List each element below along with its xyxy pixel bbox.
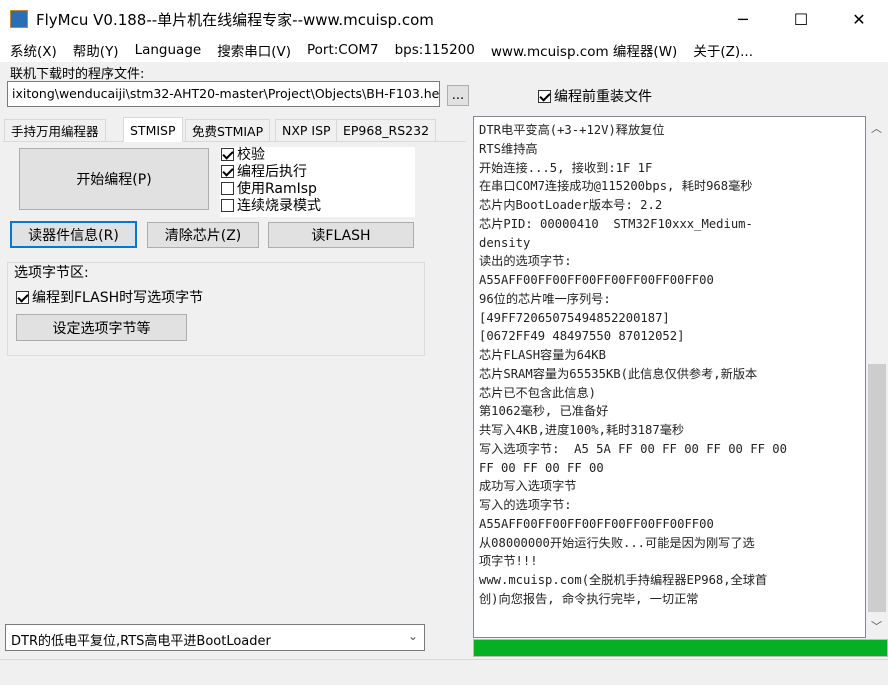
title-bar: FlyMcu V0.188--单片机在线编程专家--www.mcuisp.com… (0, 0, 888, 38)
log-line: DTR电平变高(+3-+12V)释放复位 (479, 123, 665, 137)
checkbox-icon (221, 148, 234, 161)
chevron-down-icon: ⌄ (407, 629, 418, 643)
log-line: A55AFF00FF00FF00FF00FF00FF00FF00 (479, 516, 714, 531)
erase-chip-button[interactable]: 清除芯片(Z) (147, 222, 259, 248)
option-bytes-group-label: 选项字节区: (14, 265, 89, 281)
log-line: [0672FF49 48497550 87012052] (479, 329, 685, 344)
file-label: 联机下载时的程序文件: (10, 67, 145, 82)
checkbox-icon (538, 90, 551, 103)
tab-stmiap[interactable]: 免费STMIAP (185, 119, 271, 141)
app-icon (10, 10, 28, 28)
menu-about[interactable]: 关于(Z)... (693, 40, 753, 60)
checkbox-label: 校验 (237, 147, 265, 163)
log-line: 共写入4KB,进度100%,耗时3187毫秒 (479, 423, 685, 437)
progress-bar (473, 639, 888, 657)
checkbox-label: 编程到FLASH时写选项字节 (32, 290, 204, 306)
menu-port[interactable]: Port:COM7 (307, 42, 379, 58)
checkbox-icon (221, 199, 234, 212)
log-line: 成功写入选项字节 (479, 479, 577, 494)
log-line: RTS维持高 (479, 141, 538, 156)
log-line: [49FF72065075494852200187] (479, 310, 670, 325)
menu-language[interactable]: Language (135, 42, 202, 58)
file-path-input[interactable]: ixitong\wenducaiji\stm32-AHT20-master\Pr… (7, 81, 440, 107)
menu-bps[interactable]: bps:115200 (395, 42, 475, 58)
maximize-button[interactable]: ☐ (772, 0, 830, 38)
use-ramisp-checkbox[interactable]: 使用RamIsp (221, 181, 415, 198)
log-line: 在串口COM7连接成功@115200bps, 耗时968毫秒 (479, 179, 753, 194)
window-title: FlyMcu V0.188--单片机在线编程专家--www.mcuisp.com (36, 11, 434, 29)
checkbox-icon (16, 291, 29, 304)
log-line: 芯片FLASH容量为64KB (479, 348, 606, 362)
options-checklist: 校验 编程后执行 使用RamIsp 连续烧录模式 (220, 147, 415, 217)
menu-bar: 系统(X) 帮助(Y) Language 搜索串口(V) Port:COM7 b… (0, 38, 888, 62)
status-bar (0, 659, 888, 685)
checkbox-label: 连续烧录模式 (237, 198, 321, 214)
tab-stmisp[interactable]: STMISP (123, 117, 183, 142)
log-line: 项字节!!! (479, 554, 538, 569)
boot-mode-value: DTR的低电平复位,RTS高电平进BootLoader (11, 634, 271, 649)
log-line: 芯片已不包含此信息) (479, 385, 597, 400)
log-line: 96位的芯片唯一序列号: (479, 291, 611, 306)
browse-button[interactable]: ... (447, 85, 469, 106)
log-line: 开始连接...5, 接收到:1F 1F (479, 160, 653, 175)
progress-fill (474, 640, 887, 656)
log-line: 从08000000开始运行失败...可能是因为刚写了选 (479, 535, 755, 550)
log-line: FF 00 FF 00 FF 00 (479, 460, 604, 475)
log-line: 读出的选项字节: (479, 254, 572, 269)
log-line: A55AFF00FF00FF00FF00FF00FF00FF00 (479, 273, 714, 287)
log-line: www.mcuisp.com(全脱机手持编程器EP968,全球首 (479, 573, 768, 587)
write-option-bytes-checkbox[interactable]: 编程到FLASH时写选项字节 (16, 287, 203, 307)
log-line: 芯片PID: 00000410 STM32F10xxx_Medium- (479, 216, 753, 231)
checkbox-icon (221, 182, 234, 195)
checkbox-label: 编程后执行 (237, 164, 307, 180)
menu-help[interactable]: 帮助(Y) (73, 40, 119, 60)
reload-label: 编程前重装文件 (554, 89, 652, 105)
log-line: density (479, 235, 531, 250)
log-line: 第1062毫秒, 已准备好 (479, 404, 609, 419)
scrollbar-thumb[interactable] (868, 364, 886, 612)
reload-before-program-checkbox[interactable]: 编程前重装文件 (538, 86, 652, 106)
run-after-program-checkbox[interactable]: 编程后执行 (221, 164, 415, 181)
menu-search-port[interactable]: 搜索串口(V) (217, 40, 291, 60)
set-option-bytes-button[interactable]: 设定选项字节等 (16, 314, 187, 341)
log-line: 芯片SRAM容量为65535KB(此信息仅供参考,新版本 (479, 366, 758, 381)
read-flash-button[interactable]: 读FLASH (268, 222, 414, 248)
scroll-up-icon[interactable]: ︿ (871, 120, 882, 136)
continuous-burn-checkbox[interactable]: 连续烧录模式 (221, 198, 415, 215)
start-program-button[interactable]: 开始编程(P) (19, 148, 209, 210)
tab-handheld[interactable]: 手持万用编程器 (4, 119, 106, 141)
tab-ep968[interactable]: EP968_RS232 (336, 119, 437, 141)
verify-checkbox[interactable]: 校验 (221, 147, 415, 164)
log-line: 创)向您报告, 命令执行完毕, 一切正常 (479, 591, 699, 606)
boot-mode-select[interactable]: DTR的低电平复位,RTS高电平进BootLoader ⌄ (5, 624, 425, 651)
minimize-button[interactable]: ─ (714, 0, 772, 38)
checkbox-icon (221, 165, 234, 178)
menu-system[interactable]: 系统(X) (10, 40, 57, 60)
tab-panel (3, 141, 466, 657)
read-device-info-button[interactable]: 读器件信息(R) (10, 221, 137, 248)
scroll-down-icon[interactable]: ﹀ (871, 618, 882, 634)
log-line: 芯片内BootLoader版本号: 2.2 (479, 198, 663, 212)
menu-programmer[interactable]: www.mcuisp.com 编程器(W) (491, 40, 677, 60)
log-line: 写入的选项字节: (479, 498, 572, 512)
log-output[interactable]: DTR电平变高(+3-+12V)释放复位 RTS维持高开始连接...5, 接收到:… (473, 116, 866, 638)
close-button[interactable]: ✕ (830, 0, 888, 38)
log-line: 写入选项字节: A5 5A FF 00 FF 00 FF 00 FF 00 (479, 441, 787, 456)
checkbox-label: 使用RamIsp (237, 181, 317, 197)
log-scrollbar[interactable]: ︿ ﹀ (866, 116, 888, 638)
tab-nxp-isp[interactable]: NXP ISP (275, 119, 338, 141)
